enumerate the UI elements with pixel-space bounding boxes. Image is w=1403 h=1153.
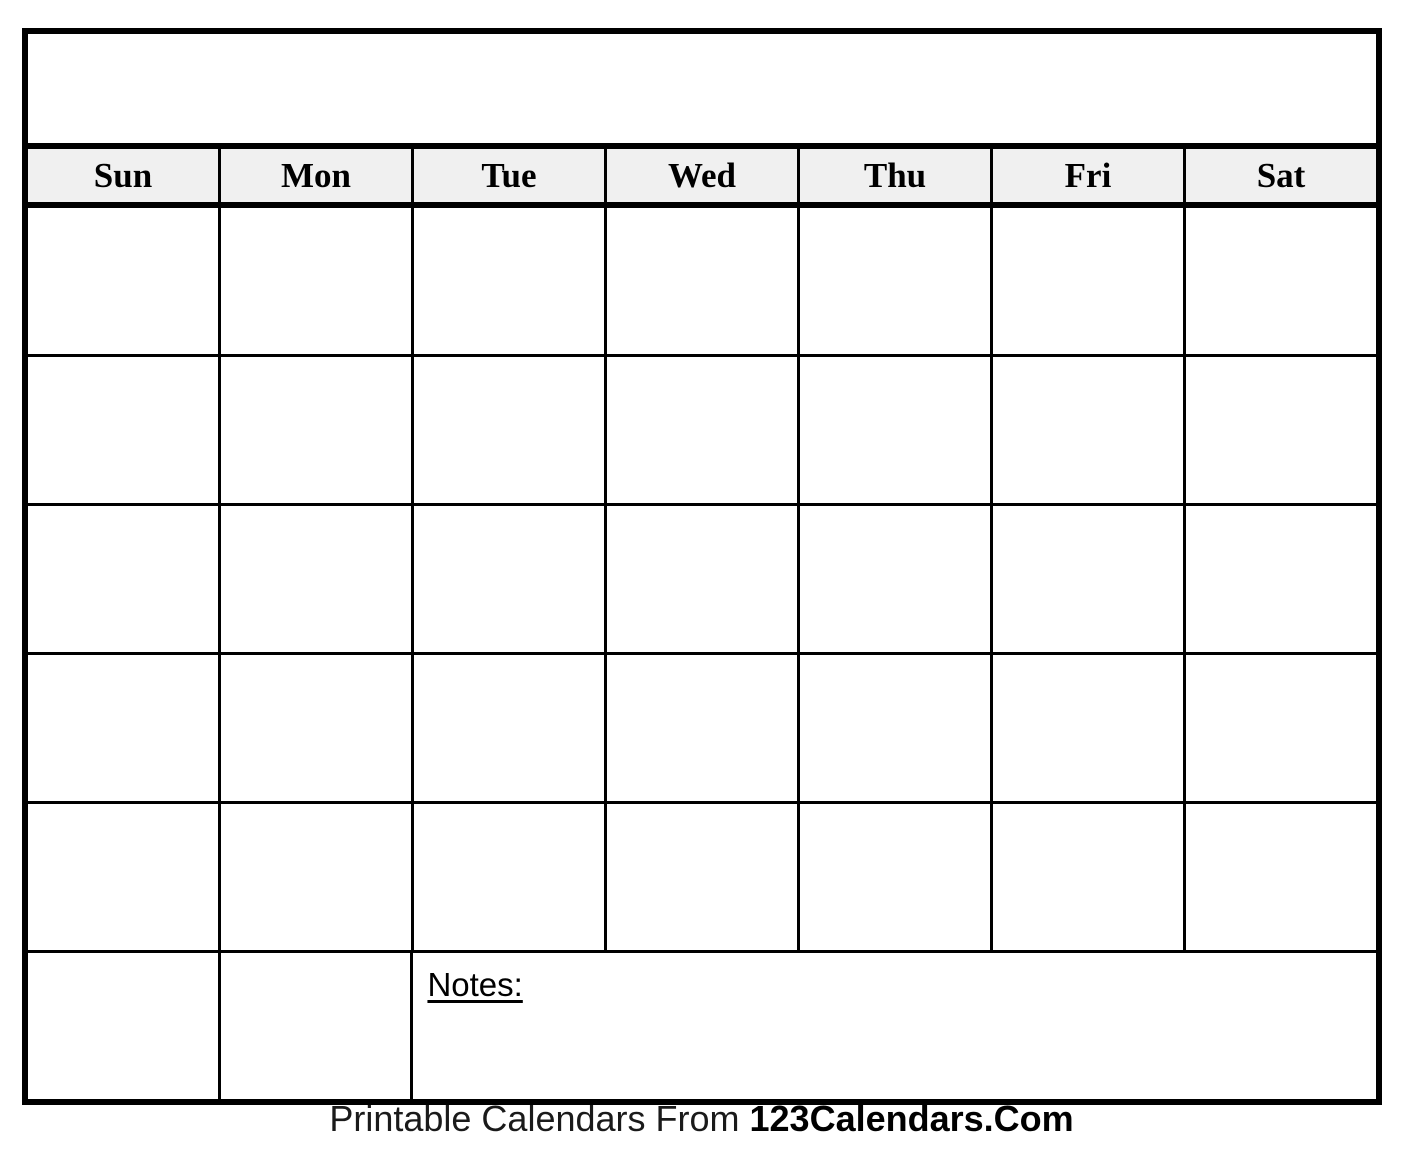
day-cell[interactable] — [800, 655, 993, 801]
day-cell[interactable] — [414, 506, 607, 652]
notes-label: Notes: — [427, 966, 523, 1003]
day-cell[interactable] — [993, 357, 1186, 503]
week-row — [28, 804, 1376, 953]
day-cell[interactable] — [28, 208, 221, 354]
day-cell[interactable] — [28, 357, 221, 503]
day-cell[interactable] — [993, 804, 1186, 950]
weekday-header-row: Sun Mon Tue Wed Thu Fri Sat — [28, 149, 1376, 208]
weekday-header-sun: Sun — [28, 149, 221, 202]
week-row — [28, 357, 1376, 506]
calendar-grid: Sun Mon Tue Wed Thu Fri Sat Notes: — [22, 28, 1382, 1105]
calendar-page: Sun Mon Tue Wed Thu Fri Sat Notes: Print… — [0, 0, 1403, 1153]
day-cell[interactable] — [414, 357, 607, 503]
week-row — [28, 506, 1376, 655]
day-cell[interactable] — [28, 655, 221, 801]
day-cell[interactable] — [221, 804, 414, 950]
day-cell[interactable] — [1186, 357, 1376, 503]
footer-brand-link[interactable]: 123Calendars.Com — [750, 1098, 1074, 1139]
day-cell[interactable] — [1186, 804, 1376, 950]
weekday-header-wed: Wed — [607, 149, 800, 202]
day-cell[interactable] — [607, 208, 800, 354]
footer-attribution: Printable Calendars From 123Calendars.Co… — [0, 1098, 1403, 1140]
day-cell[interactable] — [221, 208, 414, 354]
day-cell[interactable] — [993, 655, 1186, 801]
calendar-weeks: Notes: — [28, 208, 1377, 1099]
weekday-header-fri: Fri — [993, 149, 1186, 202]
weekday-header-mon: Mon — [221, 149, 414, 202]
day-cell[interactable] — [28, 506, 221, 652]
day-cell[interactable] — [414, 655, 607, 801]
day-cell[interactable] — [993, 506, 1186, 652]
month-title-band[interactable] — [28, 34, 1376, 149]
day-cell[interactable] — [800, 506, 993, 652]
day-cell[interactable] — [414, 804, 607, 950]
week-row — [28, 655, 1376, 804]
day-cell[interactable] — [221, 357, 414, 503]
week-row — [28, 208, 1376, 357]
day-cell[interactable] — [800, 208, 993, 354]
day-cell[interactable] — [28, 804, 221, 950]
day-cell[interactable] — [1186, 655, 1376, 801]
day-cell[interactable] — [607, 804, 800, 950]
notes-cell[interactable]: Notes: — [413, 953, 1377, 1099]
day-cell[interactable] — [607, 506, 800, 652]
day-cell[interactable] — [414, 208, 607, 354]
weekday-header-tue: Tue — [414, 149, 607, 202]
day-cell[interactable] — [221, 655, 414, 801]
day-cell[interactable] — [221, 506, 414, 652]
day-cell[interactable] — [800, 357, 993, 503]
weekday-header-thu: Thu — [800, 149, 993, 202]
day-cell[interactable] — [28, 953, 221, 1099]
day-cell[interactable] — [1186, 506, 1376, 652]
day-cell[interactable] — [800, 804, 993, 950]
weekday-header-sat: Sat — [1186, 149, 1376, 202]
day-cell[interactable] — [993, 208, 1186, 354]
notes-row: Notes: — [28, 953, 1377, 1099]
day-cell[interactable] — [607, 655, 800, 801]
day-cell[interactable] — [607, 357, 800, 503]
day-cell[interactable] — [1186, 208, 1376, 354]
footer-prefix-text: Printable Calendars From — [329, 1098, 750, 1139]
day-cell[interactable] — [220, 953, 414, 1099]
